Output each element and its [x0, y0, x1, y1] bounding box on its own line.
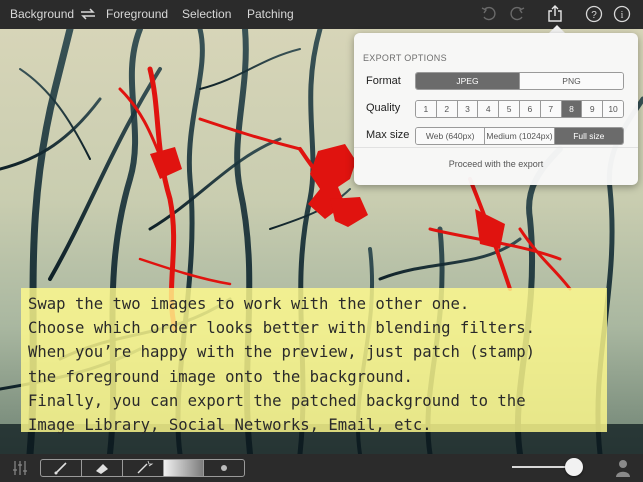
opacity-slider-knob[interactable]: [565, 458, 583, 476]
quality-option[interactable]: 2: [435, 101, 457, 117]
quality-option[interactable]: 7: [539, 101, 561, 117]
quality-option[interactable]: 9: [581, 101, 603, 117]
quality-option[interactable]: 1: [416, 101, 436, 117]
eraser-icon: [96, 464, 108, 474]
format-option-jpeg[interactable]: JPEG: [416, 73, 519, 89]
quality-option-selected[interactable]: 8: [560, 101, 582, 117]
selection-button[interactable]: Selection: [182, 7, 231, 21]
gradient-tool[interactable]: [163, 460, 203, 476]
person-icon[interactable]: [613, 458, 633, 478]
bottom-toolbar: [0, 454, 643, 482]
top-toolbar: Background Foreground Selection Patching…: [0, 0, 643, 29]
proceed-export-button[interactable]: Proceed with the export: [354, 159, 638, 169]
soft-dot-icon: [221, 465, 227, 471]
soft-dot-tool[interactable]: [203, 460, 244, 476]
svg-text:?: ?: [591, 10, 597, 21]
instruction-line: Swap the two images to work with the oth…: [28, 295, 470, 313]
instruction-line: When you’re happy with the preview, just…: [28, 343, 535, 362]
quality-segmented-control: 1 2 3 4 5 6 7 8 9 10: [415, 100, 624, 118]
magic-wand-icon: [137, 460, 154, 474]
undo-icon[interactable]: [480, 5, 498, 23]
max-size-option-web[interactable]: Web (640px): [416, 128, 485, 144]
brush-icon: [54, 462, 67, 475]
adjustments-icon[interactable]: [11, 459, 29, 477]
export-options-popover: EXPORT OPTIONS Format JPEG PNG Quality 1…: [354, 33, 638, 185]
quality-option[interactable]: 5: [498, 101, 519, 117]
export-options-title: EXPORT OPTIONS: [363, 53, 447, 63]
quality-option[interactable]: 10: [602, 101, 623, 117]
instruction-line: Choose which order looks better with ble…: [28, 319, 535, 338]
eraser-tool[interactable]: [81, 460, 122, 476]
tool-segmented-control: [40, 459, 245, 477]
instruction-line: Image Library, Social Networks, Email, e…: [28, 416, 432, 435]
max-size-option-full[interactable]: Full size: [553, 128, 623, 144]
max-size-segmented-control: Web (640px) Medium (1024px) Full size: [415, 127, 624, 145]
redo-icon[interactable]: [508, 5, 526, 23]
quality-label: Quality: [366, 102, 401, 114]
max-size-option-medium[interactable]: Medium (1024px): [484, 128, 554, 144]
info-icon[interactable]: i: [613, 5, 631, 23]
format-segmented-control: JPEG PNG: [415, 72, 624, 90]
instruction-note: Swap the two images to work with the oth…: [21, 288, 607, 434]
max-size-label: Max size: [366, 129, 410, 141]
quality-option[interactable]: 3: [456, 101, 478, 117]
swap-icon[interactable]: [79, 5, 97, 23]
magic-wand-tool[interactable]: [122, 460, 163, 476]
brush-tool[interactable]: [41, 460, 81, 476]
popover-divider: [354, 147, 638, 148]
svg-text:i: i: [621, 10, 624, 21]
instruction-line: Finally, you can export the patched back…: [28, 391, 526, 410]
background-button[interactable]: Background: [10, 7, 74, 21]
quality-option[interactable]: 6: [518, 101, 540, 117]
format-option-png[interactable]: PNG: [519, 73, 623, 89]
foreground-button[interactable]: Foreground: [106, 7, 168, 21]
share-icon[interactable]: [546, 5, 564, 23]
format-label: Format: [366, 75, 401, 87]
patching-button[interactable]: Patching: [247, 7, 294, 21]
instruction-line: the foreground image onto the background…: [28, 367, 413, 386]
quality-option[interactable]: 4: [477, 101, 499, 117]
help-icon[interactable]: ?: [585, 5, 603, 23]
